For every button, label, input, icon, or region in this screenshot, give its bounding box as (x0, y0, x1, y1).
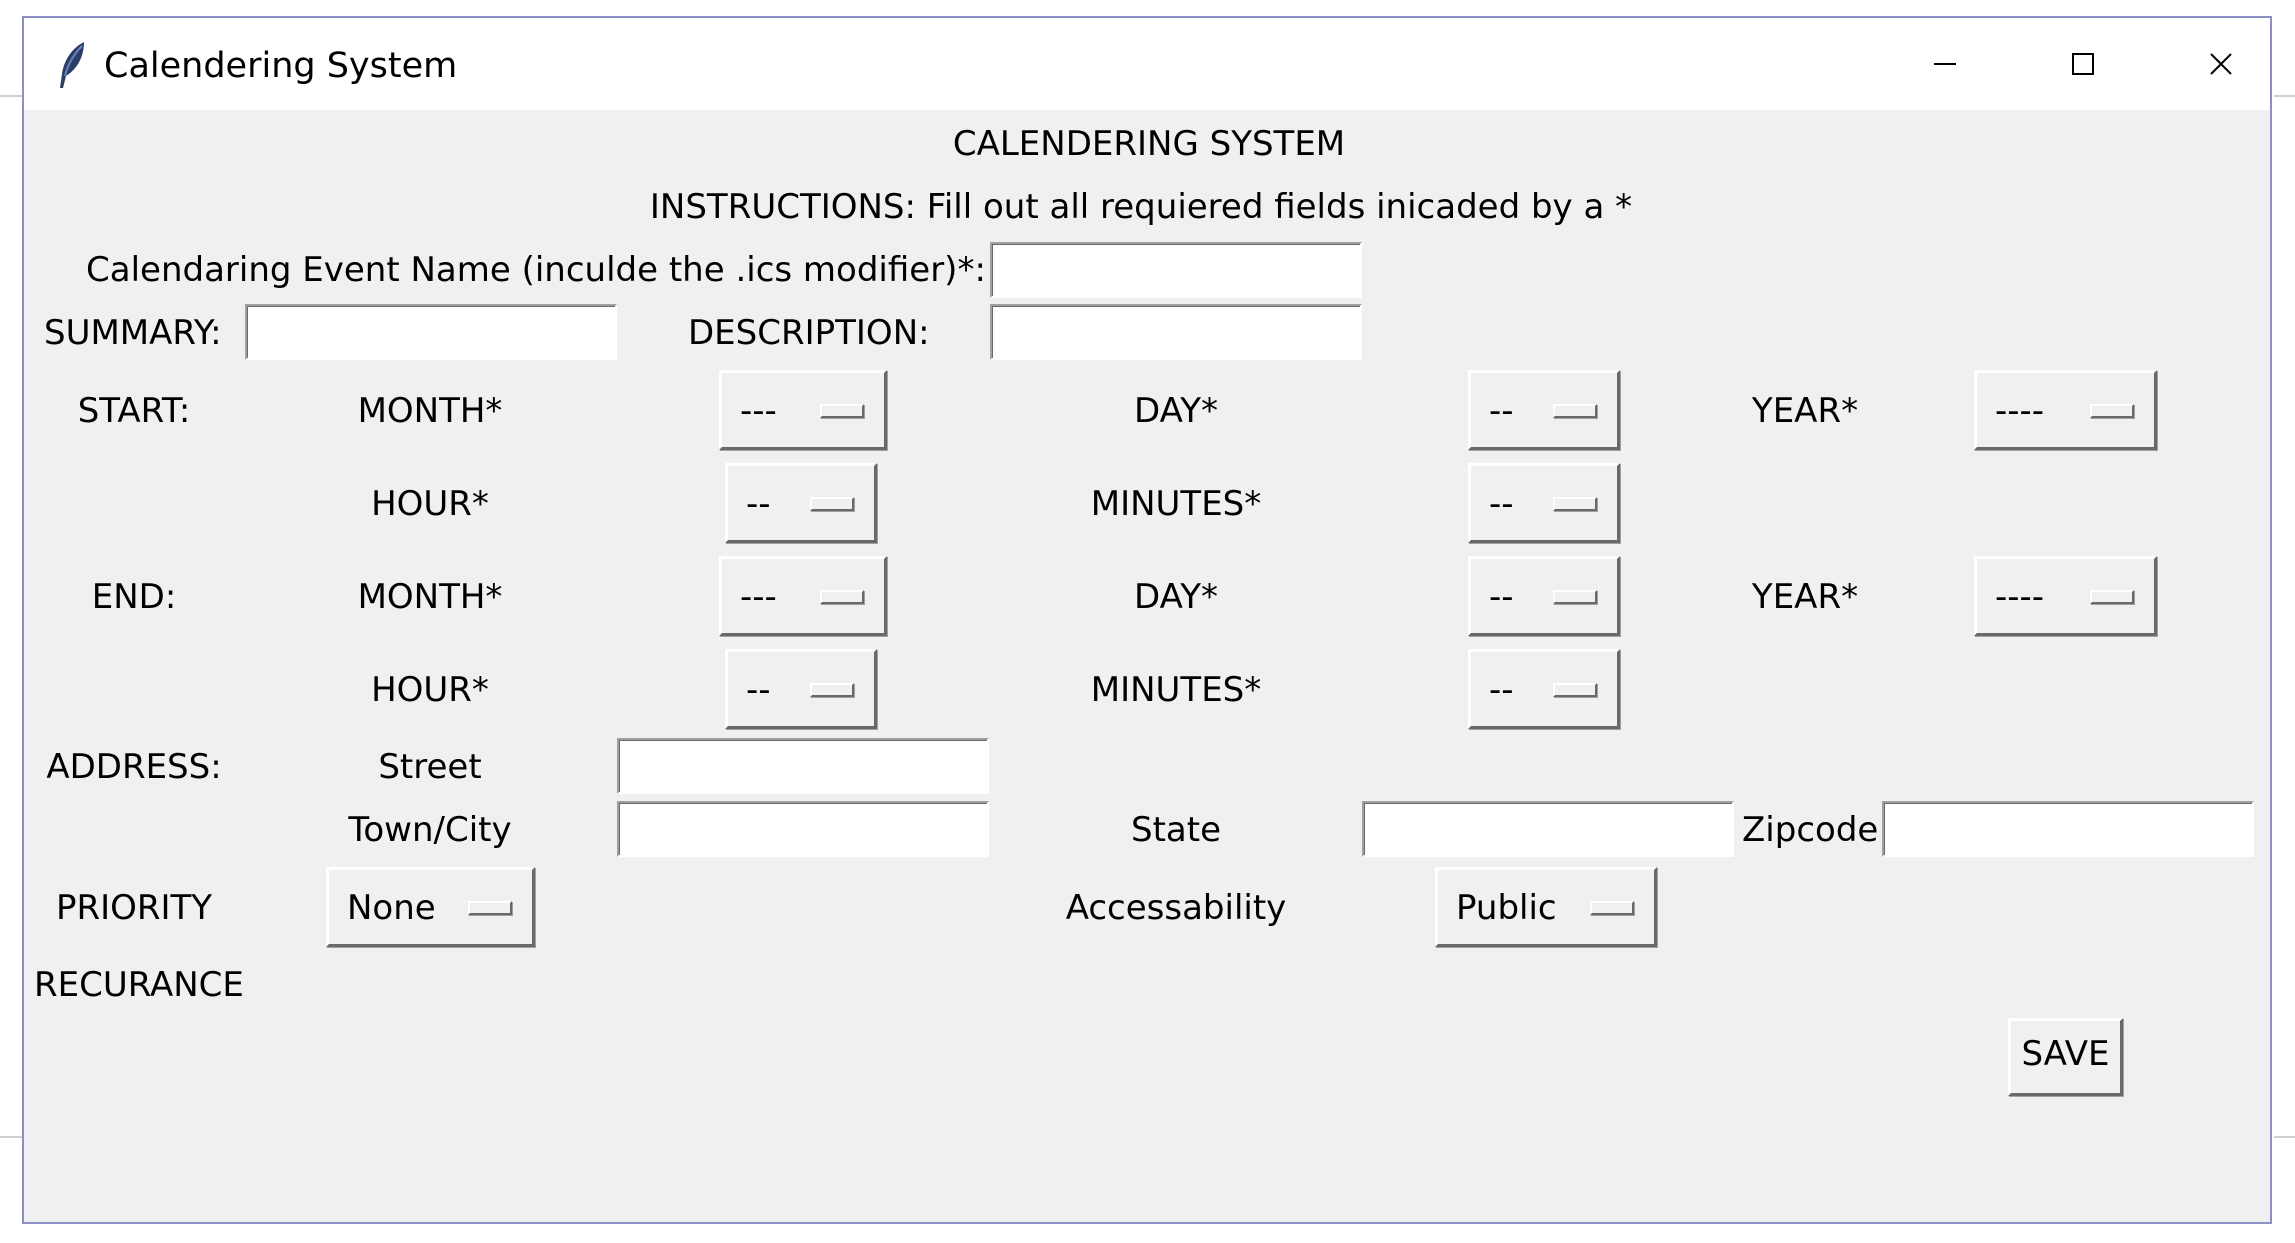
summary-input[interactable] (245, 304, 617, 360)
dropdown-indicator-icon (2090, 404, 2134, 418)
start-hour-label: HOUR* (371, 484, 489, 524)
start-day-label: DAY* (1134, 391, 1218, 431)
instructions-text: INSTRUCTIONS: Fill out all requiered fie… (649, 187, 1633, 227)
end-minutes-value: -- (1489, 670, 1514, 710)
dropdown-indicator-icon (1553, 683, 1597, 697)
minimize-button[interactable] (1876, 18, 2014, 110)
accessibility-label: Accessability (1065, 888, 1287, 928)
city-input[interactable] (617, 801, 989, 857)
start-hour-dropdown[interactable]: -- (725, 463, 877, 543)
priority-value: None (347, 888, 436, 928)
end-day-dropdown[interactable]: -- (1468, 556, 1620, 636)
page-title: CALENDERING SYSTEM (952, 124, 1346, 164)
address-label: ADDRESS: (46, 747, 222, 787)
dropdown-indicator-icon (1553, 404, 1597, 418)
title-bar: Calendering System (24, 18, 2270, 110)
start-hour-value: -- (746, 484, 771, 524)
street-input[interactable] (617, 738, 989, 794)
state-input[interactable] (1362, 801, 1734, 857)
zipcode-label: Zipcode (1742, 810, 1879, 850)
dropdown-indicator-icon (820, 404, 864, 418)
end-year-dropdown[interactable]: ---- (1974, 556, 2157, 636)
dropdown-indicator-icon (2090, 590, 2134, 604)
dropdown-indicator-icon (468, 901, 512, 915)
end-day-label: DAY* (1134, 577, 1218, 617)
start-month-dropdown[interactable]: --- (719, 370, 887, 450)
close-icon (2210, 53, 2232, 75)
background-line (0, 1136, 22, 1138)
background-line (2274, 1136, 2295, 1138)
summary-label: SUMMARY: (44, 313, 222, 353)
start-minutes-value: -- (1489, 484, 1514, 524)
event-name-input[interactable] (990, 242, 1362, 298)
priority-dropdown[interactable]: None (326, 867, 535, 947)
end-year-label: YEAR* (1751, 577, 1859, 617)
app-window: Calendering System CALENDERING SYSTEM IN… (22, 16, 2272, 1224)
zipcode-input[interactable] (1882, 801, 2254, 857)
end-minutes-label: MINUTES* (1090, 670, 1262, 710)
minimize-icon (1934, 63, 1956, 65)
start-day-dropdown[interactable]: -- (1468, 370, 1620, 450)
feather-icon (54, 40, 90, 90)
start-minutes-label: MINUTES* (1090, 484, 1262, 524)
street-label: Street (378, 747, 482, 787)
end-hour-dropdown[interactable]: -- (725, 649, 877, 729)
end-hour-label: HOUR* (371, 670, 489, 710)
city-label: Town/City (348, 810, 512, 850)
end-label: END: (91, 577, 177, 617)
event-name-label: Calendaring Event Name (inculde the .ics… (86, 250, 986, 290)
window-title: Calendering System (104, 46, 458, 86)
recurrence-label: RECURANCE (34, 965, 244, 1005)
state-label: State (1131, 810, 1221, 850)
end-month-label: MONTH* (357, 577, 503, 617)
background-line (0, 95, 22, 97)
start-year-value: ---- (1995, 391, 2045, 431)
description-input[interactable] (990, 304, 1362, 360)
start-minutes-dropdown[interactable]: -- (1468, 463, 1620, 543)
start-year-label: YEAR* (1751, 391, 1859, 431)
dropdown-indicator-icon (1553, 497, 1597, 511)
maximize-button[interactable] (2014, 18, 2152, 110)
dropdown-indicator-icon (1553, 590, 1597, 604)
start-month-label: MONTH* (357, 391, 503, 431)
start-year-dropdown[interactable]: ---- (1974, 370, 2157, 450)
dropdown-indicator-icon (1590, 901, 1634, 915)
end-minutes-dropdown[interactable]: -- (1468, 649, 1620, 729)
accessibility-value: Public (1456, 888, 1557, 928)
end-hour-value: -- (746, 670, 771, 710)
start-day-value: -- (1489, 391, 1514, 431)
save-button[interactable]: SAVE (2008, 1018, 2123, 1096)
maximize-icon (2072, 53, 2094, 75)
start-month-value: --- (740, 391, 777, 431)
end-month-value: --- (740, 577, 777, 617)
end-day-value: -- (1489, 577, 1514, 617)
description-label: DESCRIPTION: (688, 313, 930, 353)
end-year-value: ---- (1995, 577, 2045, 617)
close-button[interactable] (2152, 18, 2290, 110)
end-month-dropdown[interactable]: --- (719, 556, 887, 636)
dropdown-indicator-icon (810, 683, 854, 697)
start-label: START: (77, 391, 191, 431)
dropdown-indicator-icon (820, 590, 864, 604)
priority-label: PRIORITY (55, 888, 213, 928)
accessibility-dropdown[interactable]: Public (1435, 867, 1657, 947)
dropdown-indicator-icon (810, 497, 854, 511)
